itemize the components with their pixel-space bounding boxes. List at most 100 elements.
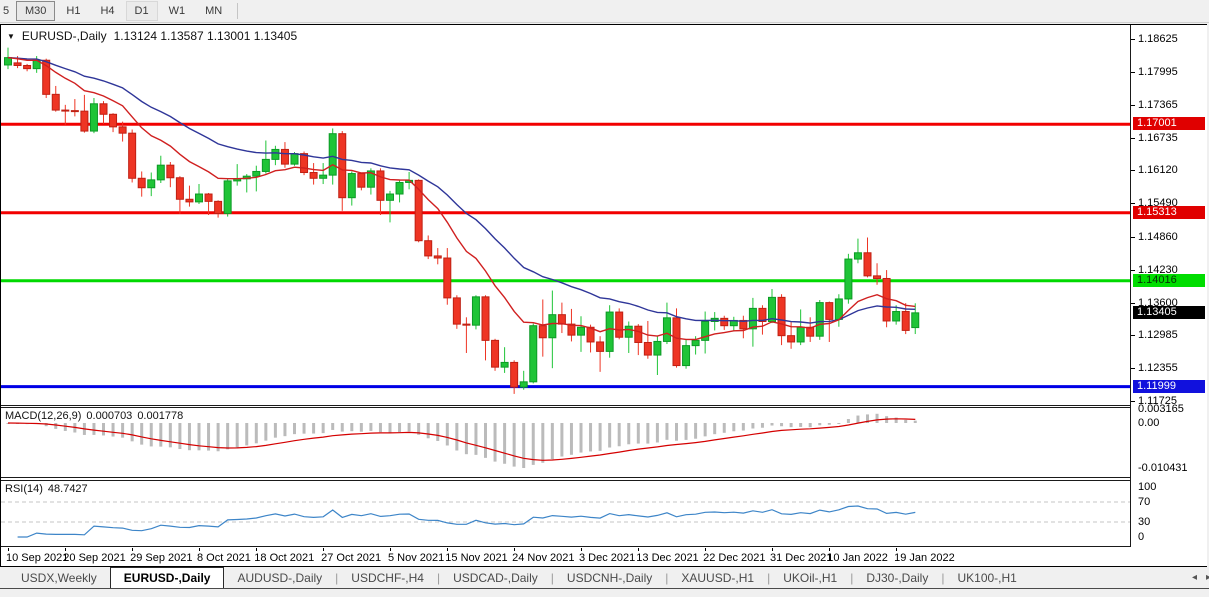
- candle-down: [434, 256, 441, 258]
- candle-down: [864, 253, 871, 276]
- candle-down: [444, 258, 451, 298]
- macd-histogram-bar: [522, 423, 525, 468]
- candle-down: [110, 114, 117, 127]
- time-tick-mark: [581, 548, 582, 551]
- candle-down: [826, 303, 833, 320]
- macd-histogram-bar: [828, 423, 831, 425]
- candle-down: [138, 178, 145, 187]
- macd-histogram-bar: [245, 423, 248, 445]
- macd-histogram-bar: [608, 423, 611, 448]
- time-tick-mark: [447, 548, 448, 551]
- price-level-badge: 1.15313: [1133, 206, 1205, 219]
- symbol-dropdown-icon[interactable]: ▼: [7, 32, 15, 41]
- macd-histogram-bar: [790, 423, 793, 427]
- macd-histogram-bar: [283, 423, 286, 436]
- pane-separator[interactable]: [1, 405, 1131, 406]
- candle-down: [301, 154, 308, 173]
- candle-down: [874, 276, 881, 279]
- macd-histogram-bar: [369, 423, 372, 431]
- rsi-value: 48.7427: [48, 483, 88, 495]
- macd-histogram-bar: [226, 423, 229, 449]
- time-tick-mark: [256, 548, 257, 551]
- macd-histogram-bar: [159, 423, 162, 447]
- timeframe-button-m30[interactable]: M30: [16, 1, 55, 21]
- macd-histogram-bar: [389, 423, 392, 433]
- tab-xauusd-h1[interactable]: XAUUSD-,H1: [668, 567, 767, 588]
- tab-ukoil-h1[interactable]: UKOil-,H1: [770, 567, 850, 588]
- tab-usdx-weekly[interactable]: USDX,Weekly: [8, 567, 110, 588]
- tab-audusd-daily[interactable]: AUDUSD-,Daily: [224, 567, 335, 588]
- tab-uk100-h1[interactable]: UK100-,H1: [944, 567, 1029, 588]
- tab-scroll-arrows: ◂ ▸: [1192, 567, 1209, 588]
- candle-up: [253, 171, 260, 176]
- candle-up: [549, 315, 556, 338]
- candle-up: [654, 341, 661, 355]
- time-tick-mark: [65, 548, 66, 551]
- timeframe-button-d1[interactable]: D1: [126, 1, 158, 21]
- macd-histogram-bar: [131, 423, 134, 441]
- tab-usdcnh-daily[interactable]: USDCNH-,Daily: [554, 567, 665, 588]
- tab-usdcad-daily[interactable]: USDCAD-,Daily: [440, 567, 551, 588]
- tab-eurusd-daily[interactable]: EURUSD-,Daily: [110, 567, 225, 588]
- candle-up: [797, 327, 804, 342]
- candle-up: [157, 165, 164, 180]
- rsi-axis-label: 70: [1138, 496, 1150, 508]
- time-tick-label: 10 Jan 2022: [827, 552, 888, 564]
- macd-histogram-bar: [685, 423, 688, 440]
- price-chart-plot[interactable]: [1, 25, 1131, 405]
- timeframe-button-h1[interactable]: H1: [57, 1, 89, 21]
- macd-histogram-bar: [188, 423, 191, 450]
- candle-down: [71, 111, 78, 112]
- macd-histogram-bar: [178, 423, 181, 449]
- macd-histogram-bar: [446, 423, 449, 445]
- candle-down: [778, 297, 785, 335]
- macd-label: MACD(12,26,9) 0.000703 0.001778: [5, 410, 183, 422]
- macd-histogram-bar: [274, 423, 277, 438]
- macd-histogram-bar: [465, 423, 468, 454]
- macd-histogram-bar: [570, 423, 573, 455]
- chart-ohlc-values: 1.13124 1.13587 1.13001 1.13405: [114, 29, 298, 43]
- candle-up: [262, 159, 269, 171]
- candle-down: [511, 362, 518, 387]
- timeframe-button-5[interactable]: 5: [1, 1, 14, 21]
- candle-up: [816, 303, 823, 337]
- price-level-badge: 1.17001: [1133, 117, 1205, 130]
- candle-up: [501, 362, 508, 367]
- candle-up: [845, 259, 852, 299]
- time-tick-mark: [829, 548, 830, 551]
- candle-up: [530, 326, 537, 382]
- chart-symbol-period: EURUSD-,Daily: [22, 29, 107, 43]
- tab-usdchf-h4[interactable]: USDCHF-,H4: [338, 567, 437, 588]
- candle-down: [339, 134, 346, 198]
- candle-down: [644, 342, 651, 355]
- candle-up: [854, 253, 861, 259]
- macd-histogram-bar: [379, 423, 382, 432]
- rsi-name: RSI(14): [5, 483, 43, 495]
- chart-tabs: USDX,WeeklyEURUSD-,DailyAUDUSD-,Daily|US…: [8, 567, 1030, 588]
- timeframe-button-h4[interactable]: H4: [91, 1, 123, 21]
- candle-up: [912, 313, 919, 328]
- macd-histogram-bar: [474, 423, 477, 455]
- tab-dj30-daily[interactable]: DJ30-,Daily: [853, 567, 941, 588]
- time-tick-mark: [323, 548, 324, 551]
- candle-down: [52, 94, 59, 110]
- macd-signal-line: [8, 419, 915, 461]
- price-tick-label: 1.16735: [1138, 132, 1178, 144]
- price-level-badge: 1.14016: [1133, 274, 1205, 287]
- macd-histogram-bar: [503, 423, 506, 464]
- candle-down: [310, 173, 317, 179]
- macd-histogram-bar: [455, 423, 458, 451]
- time-tick-label: 24 Nov 2021: [512, 552, 574, 564]
- candle-up: [893, 312, 900, 321]
- candle-up: [578, 327, 585, 335]
- macd-histogram-bar: [580, 423, 583, 453]
- price-axis[interactable]: 1.186251.179951.173651.167351.161201.154…: [1131, 25, 1207, 566]
- timeframe-button-mn[interactable]: MN: [196, 1, 231, 21]
- time-axis[interactable]: 10 Sep 202120 Sep 202129 Sep 20218 Oct 2…: [1, 548, 1131, 566]
- price-tick-label: 1.16120: [1138, 164, 1178, 176]
- macd-histogram-bar: [742, 423, 745, 431]
- rsi-plot[interactable]: [1, 481, 1130, 546]
- candle-up: [520, 382, 527, 387]
- tab-scroll-left-icon[interactable]: ◂: [1192, 572, 1197, 583]
- timeframe-button-w1[interactable]: W1: [160, 1, 195, 21]
